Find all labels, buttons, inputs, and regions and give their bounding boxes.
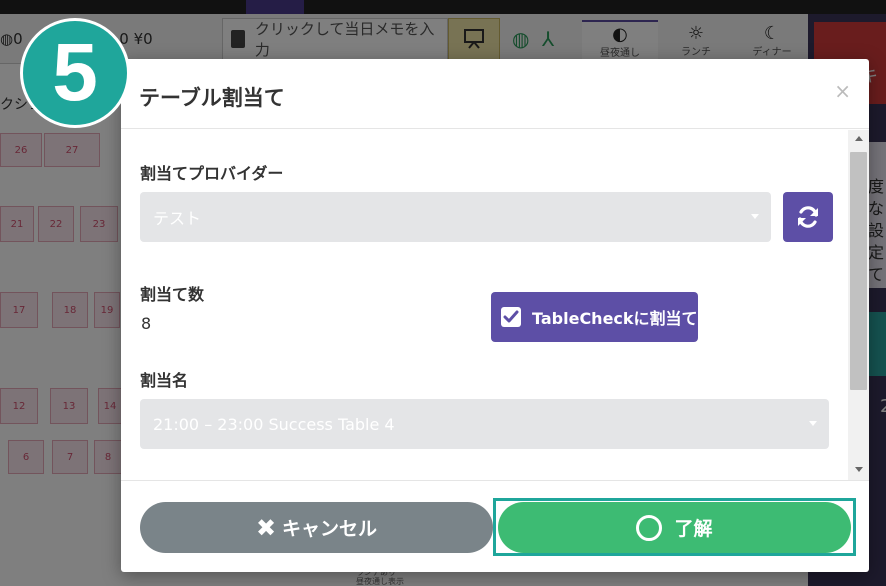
tablecheck-assign-label: TableCheckに割当て (532, 309, 698, 328)
ok-label: 了解 (674, 518, 713, 540)
table-assign-modal: テーブル割当て × 割当てプロバイダー テスト 割当て数 8 TableChec… (121, 59, 869, 572)
assign-name-select[interactable]: 21:00 – 23:00 Success Table 4 (140, 399, 829, 449)
chevron-down-icon (809, 421, 817, 426)
close-icon[interactable]: × (834, 79, 851, 103)
refresh-icon (798, 206, 818, 228)
checkbox-checked-icon (501, 307, 521, 327)
modal-body: 割当てプロバイダー テスト 割当て数 8 TableCheckに割当て 割当名 … (121, 130, 869, 480)
scroll-up-icon[interactable] (855, 136, 863, 141)
refresh-button[interactable] (783, 192, 833, 242)
provider-label: 割当てプロバイダー (140, 164, 284, 183)
assign-name-label: 割当名 (140, 371, 189, 390)
cancel-label: キャンセル (282, 518, 378, 540)
assign-name-value: 21:00 – 23:00 Success Table 4 (153, 414, 395, 434)
modal-footer: ✖ キャンセル 了解 (121, 480, 869, 572)
scroll-down-icon[interactable] (855, 467, 863, 472)
chevron-down-icon (751, 214, 759, 219)
modal-header: テーブル割当て × (121, 59, 869, 129)
provider-select[interactable]: テスト (140, 192, 771, 242)
ok-button[interactable]: 了解 (498, 502, 851, 553)
count-label: 割当て数 (140, 285, 205, 304)
tablecheck-assign-toggle[interactable]: TableCheckに割当て (491, 292, 698, 342)
step-number-badge: 5 (20, 18, 130, 128)
cancel-button[interactable]: ✖ キャンセル (140, 502, 493, 553)
count-value: 8 (141, 314, 152, 333)
close-x-icon: ✖ (255, 513, 277, 542)
modal-title: テーブル割当て (139, 86, 285, 110)
provider-value: テスト (153, 209, 202, 228)
scroll-thumb[interactable] (850, 152, 867, 390)
modal-scrollbar[interactable] (848, 130, 869, 480)
circle-icon (636, 514, 663, 541)
